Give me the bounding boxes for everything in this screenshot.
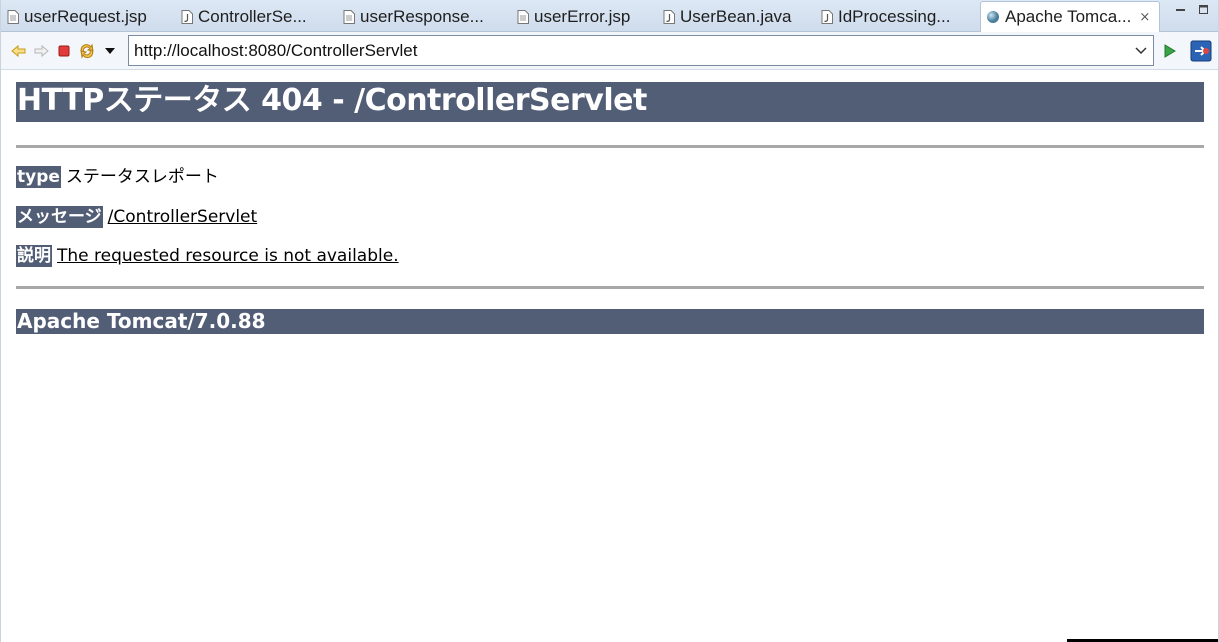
- message-value: /ControllerServlet: [107, 207, 258, 227]
- browser-window: userRequest.jsp ControllerSe... userResp…: [0, 0, 1219, 642]
- error-heading: HTTPステータス 404 - /ControllerServlet: [16, 82, 1204, 122]
- minimize-icon[interactable]: [1174, 3, 1187, 16]
- tab-user-response-jsp[interactable]: userResponse...: [343, 2, 507, 31]
- jsp-file-icon: [517, 9, 529, 24]
- editor-tab-bar: userRequest.jsp ControllerSe... userResp…: [1, 0, 1218, 32]
- tab-label: userResponse...: [360, 6, 484, 26]
- back-arrow-icon[interactable]: [10, 42, 28, 60]
- message-row: メッセージ/ControllerServlet: [16, 206, 1204, 228]
- open-external-browser-icon[interactable]: [1190, 40, 1212, 62]
- go-icon[interactable]: [1161, 42, 1179, 60]
- url-input[interactable]: [129, 37, 1129, 64]
- tab-label: userError.jsp: [534, 6, 631, 26]
- tab-user-request-jsp[interactable]: userRequest.jsp: [7, 2, 175, 31]
- tab-label: IdProcessing...: [838, 6, 951, 26]
- globe-icon: [987, 11, 999, 23]
- type-value: ステータスレポート: [65, 167, 219, 187]
- type-label: type: [16, 166, 61, 188]
- window-controls: [1174, 3, 1210, 16]
- jsp-file-icon: [7, 9, 19, 24]
- tab-label: ControllerSe...: [198, 6, 307, 26]
- url-bar[interactable]: [128, 35, 1154, 66]
- description-row: 説明 The requested resource is not availabl…: [16, 245, 1204, 267]
- type-row: type ステータスレポート: [16, 166, 1204, 188]
- description-label: 説明: [16, 245, 52, 267]
- refresh-icon[interactable]: [78, 42, 96, 60]
- server-info: Apache Tomcat/7.0.88: [16, 309, 1204, 334]
- url-history-chevron-icon[interactable]: [1129, 36, 1153, 65]
- divider: [16, 286, 1204, 289]
- tab-user-error-jsp[interactable]: userError.jsp: [517, 2, 657, 31]
- page-content: HTTPステータス 404 - /ControllerServlet type ス…: [16, 82, 1204, 334]
- divider: [16, 145, 1204, 148]
- browser-toolbar: [1, 32, 1218, 70]
- maximize-icon[interactable]: [1197, 3, 1210, 16]
- java-file-icon: [181, 9, 193, 24]
- tab-label: Apache Tomca...: [1005, 7, 1132, 26]
- tab-user-bean-java[interactable]: UserBean.java: [663, 2, 813, 31]
- forward-arrow-icon[interactable]: [32, 42, 50, 60]
- java-file-icon: [821, 9, 833, 24]
- tab-label: UserBean.java: [680, 6, 792, 26]
- tab-apache-tomcat[interactable]: Apache Tomca... ⨯: [980, 1, 1160, 32]
- message-label: メッセージ: [16, 206, 103, 228]
- tab-label: userRequest.jsp: [24, 6, 147, 26]
- description-value: The requested resource is not available.: [57, 246, 399, 266]
- java-file-icon: [663, 9, 675, 24]
- close-tab-icon[interactable]: ⨯: [1139, 9, 1150, 25]
- jsp-file-icon: [343, 9, 355, 24]
- stop-icon[interactable]: [55, 42, 73, 60]
- tab-controller-servlet[interactable]: ControllerSe...: [181, 2, 333, 31]
- history-dropdown-icon[interactable]: [101, 42, 119, 60]
- tab-id-processing[interactable]: IdProcessing...: [821, 2, 979, 31]
